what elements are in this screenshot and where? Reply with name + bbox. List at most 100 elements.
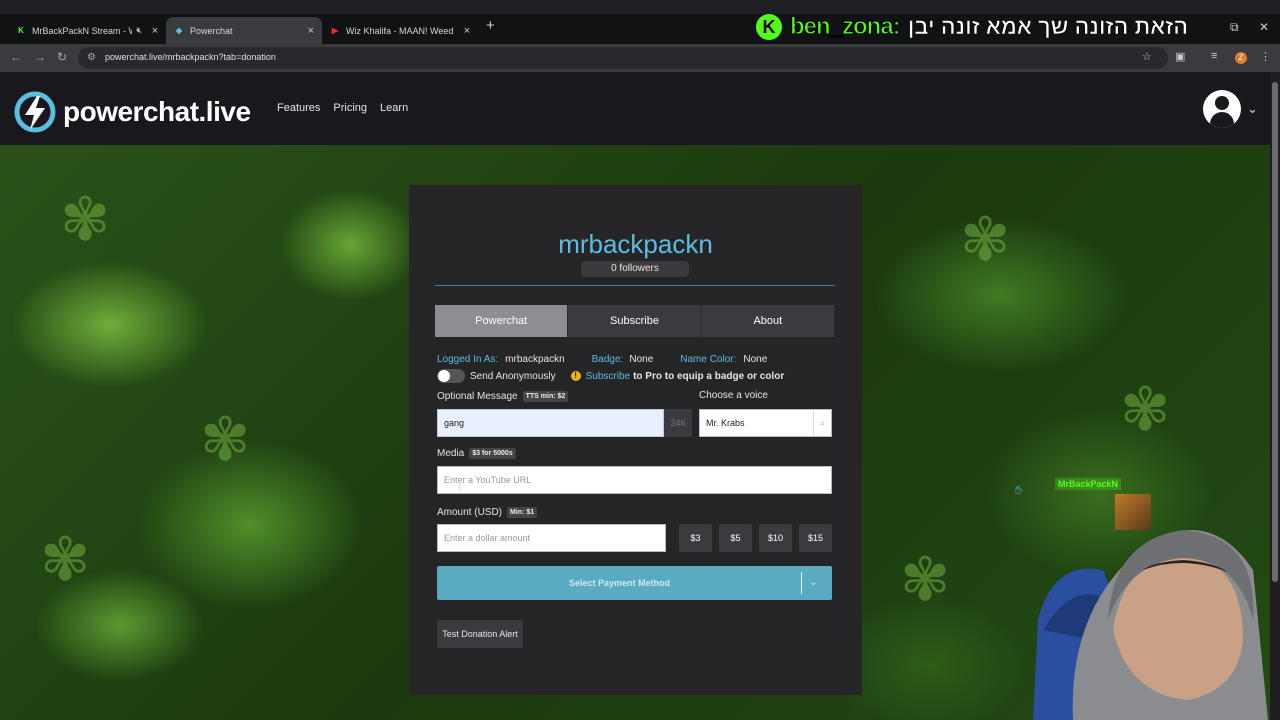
media-control-icon[interactable]: ≡ bbox=[1211, 50, 1217, 62]
logged-in-label: Logged In As: bbox=[437, 354, 499, 365]
text-cursor-icon: I bbox=[458, 480, 462, 494]
anonymous-label: Send Anonymously bbox=[470, 370, 556, 382]
tiger-emote bbox=[1115, 494, 1151, 530]
close-tab-icon[interactable]: × bbox=[308, 25, 314, 37]
tab-label: MrBackPackN Stream - Wa bbox=[32, 25, 132, 36]
leaf-decoration: ✾ bbox=[1120, 376, 1171, 443]
hand-emote-icon: ✋︎ bbox=[1015, 483, 1022, 497]
user-menu[interactable]: ⌄ bbox=[1203, 90, 1258, 128]
anonymous-row: Send Anonymously ! Subscribe to Pro to e… bbox=[437, 369, 784, 383]
card-tabs: Powerchat Subscribe About bbox=[435, 305, 835, 337]
address-bar: ← → ↻ ⚙ powerchat.live/mrbackpackn?tab=d… bbox=[0, 44, 1280, 72]
profile-avatar[interactable]: Z bbox=[1235, 52, 1247, 64]
nav-pricing[interactable]: Pricing bbox=[333, 102, 367, 114]
forward-icon[interactable]: → bbox=[34, 50, 46, 64]
youtube-icon: ▶ bbox=[331, 26, 339, 35]
tab-powerchat[interactable]: ◆ Powerchat × bbox=[166, 17, 322, 44]
leaf-decoration: ✾ bbox=[960, 206, 1011, 273]
powerchat-icon: ◆ bbox=[175, 26, 183, 35]
webcam-feed bbox=[1033, 530, 1268, 720]
site-header: powerchat.live Features Pricing Learn ⌄ bbox=[0, 72, 1270, 145]
tab-kick-stream[interactable]: K MrBackPackN Stream - Wa 🔇︎ × bbox=[8, 17, 166, 44]
info-icon: ! bbox=[570, 371, 581, 381]
amount-label-row: Amount (USD) Min: $1 bbox=[437, 507, 538, 518]
voice-label: Choose a voice bbox=[699, 390, 768, 401]
browser-menu-icon[interactable]: ⋮ bbox=[1260, 50, 1271, 63]
media-label: Media bbox=[437, 448, 465, 459]
amount-label: Amount (USD) bbox=[437, 507, 503, 518]
name-color-label: Name Color: bbox=[680, 354, 737, 365]
page-scrollbar[interactable] bbox=[1270, 72, 1280, 720]
overlay-message: הזאת הזונה שך אמא זונה יבן bbox=[907, 14, 1189, 40]
anonymous-toggle[interactable] bbox=[437, 369, 465, 383]
payment-method-label: Select Payment Method bbox=[568, 578, 671, 588]
url-field[interactable]: ⚙ powerchat.live/mrbackpackn?tab=donatio… bbox=[78, 47, 1168, 69]
voice-value: Mr. Krabs bbox=[706, 418, 745, 428]
leaf-decoration: ✾ bbox=[60, 186, 111, 253]
scrollbar-thumb[interactable] bbox=[1272, 82, 1278, 582]
window-close-icon[interactable]: ✕ bbox=[1259, 20, 1269, 34]
tab-about[interactable]: About bbox=[701, 305, 835, 337]
tab-youtube[interactable]: ▶ Wiz Khalifa - MAAN! Weedmix × bbox=[322, 17, 478, 44]
message-input[interactable]: gang bbox=[437, 409, 664, 437]
amount-min-badge: Min: $1 bbox=[507, 507, 538, 518]
chevron-down-icon: ⌄ bbox=[1247, 101, 1258, 116]
site-nav: Features Pricing Learn bbox=[277, 102, 421, 114]
close-tab-icon[interactable]: × bbox=[152, 25, 158, 37]
message-label: Optional Message bbox=[437, 391, 518, 402]
leaf-decoration: ✾ bbox=[200, 406, 251, 473]
tab-label: Powerchat bbox=[190, 25, 233, 36]
bookmark-star-icon[interactable]: ☆ bbox=[1142, 50, 1152, 63]
media-label-row: Media $3 for 5000s bbox=[437, 448, 516, 459]
webcam-overlay-name: MrBackPackN bbox=[1055, 478, 1122, 490]
back-icon[interactable]: ← bbox=[10, 50, 22, 64]
payment-method-button[interactable]: Select Payment Method ⌄ bbox=[437, 566, 832, 600]
url-text: powerchat.live/mrbackpackn?tab=donation bbox=[105, 52, 276, 62]
site-logo[interactable]: powerchat.live bbox=[13, 90, 251, 134]
streamer-name: mrbackpackn bbox=[558, 229, 713, 259]
message-char-count: 246 bbox=[664, 409, 692, 437]
divider bbox=[435, 285, 835, 286]
new-tab-icon[interactable]: + bbox=[486, 17, 495, 34]
amount-3-button[interactable]: $3 bbox=[679, 524, 712, 552]
account-info-row: Logged In As: mrbackpackn Badge: None Na… bbox=[437, 354, 767, 365]
leaf-decoration: ✾ bbox=[40, 526, 91, 593]
brand-name: powerchat.live bbox=[63, 96, 251, 127]
site-info-icon[interactable]: ⚙ bbox=[87, 52, 96, 63]
mute-icon[interactable]: 🔇︎ bbox=[136, 25, 142, 36]
message-label-row: Optional Message TTS min: $2 bbox=[437, 391, 569, 402]
tab-subscribe[interactable]: Subscribe bbox=[568, 305, 702, 337]
kick-icon: K bbox=[18, 26, 24, 35]
media-price-badge: $3 for 5000s bbox=[469, 448, 516, 459]
tts-min-badge: TTS min: $2 bbox=[522, 391, 569, 402]
followers-count: 0 followers bbox=[581, 261, 689, 277]
tab-powerchat-donate[interactable]: Powerchat bbox=[435, 305, 569, 337]
donation-card: mrbackpackn 0 followers Powerchat Subscr… bbox=[409, 185, 862, 695]
leaf-decoration: ✾ bbox=[900, 546, 951, 613]
badge-value: None bbox=[629, 354, 654, 365]
amount-15-button[interactable]: $15 bbox=[799, 524, 832, 552]
page-content: powerchat.live Features Pricing Learn ⌄ … bbox=[0, 72, 1270, 720]
browser-window: K MrBackPackN Stream - Wa 🔇︎ × ◆ Powerch… bbox=[0, 0, 1280, 720]
logged-in-value: mrbackpackn bbox=[505, 354, 565, 365]
nav-learn[interactable]: Learn bbox=[380, 102, 408, 114]
amount-10-button[interactable]: $10 bbox=[759, 524, 792, 552]
user-avatar-icon bbox=[1203, 90, 1241, 128]
amount-input[interactable]: Enter a dollar amount bbox=[437, 524, 666, 552]
amount-5-button[interactable]: $5 bbox=[719, 524, 752, 552]
nav-features[interactable]: Features bbox=[277, 102, 320, 114]
youtube-url-input[interactable]: Enter a YouTube URL bbox=[437, 466, 832, 494]
test-donation-button[interactable]: Test Donation Alert bbox=[437, 620, 523, 648]
restore-icon[interactable]: ⧉ bbox=[1230, 20, 1239, 35]
close-tab-icon[interactable]: × bbox=[464, 25, 470, 37]
reload-icon[interactable]: ↻ bbox=[57, 50, 67, 64]
name-color-value: None bbox=[743, 354, 768, 365]
voice-select[interactable]: Mr. Krabs ⌕ bbox=[699, 409, 832, 437]
search-icon: ⌕ bbox=[812, 410, 825, 436]
subscribe-link[interactable]: Subscribe bbox=[586, 371, 630, 382]
chevron-down-icon[interactable]: ⌄ bbox=[809, 566, 817, 600]
badge-label: Badge: bbox=[591, 354, 624, 365]
kick-badge-icon: K bbox=[756, 14, 782, 40]
divider bbox=[801, 572, 802, 594]
cast-icon[interactable]: ▣ bbox=[1175, 50, 1185, 63]
